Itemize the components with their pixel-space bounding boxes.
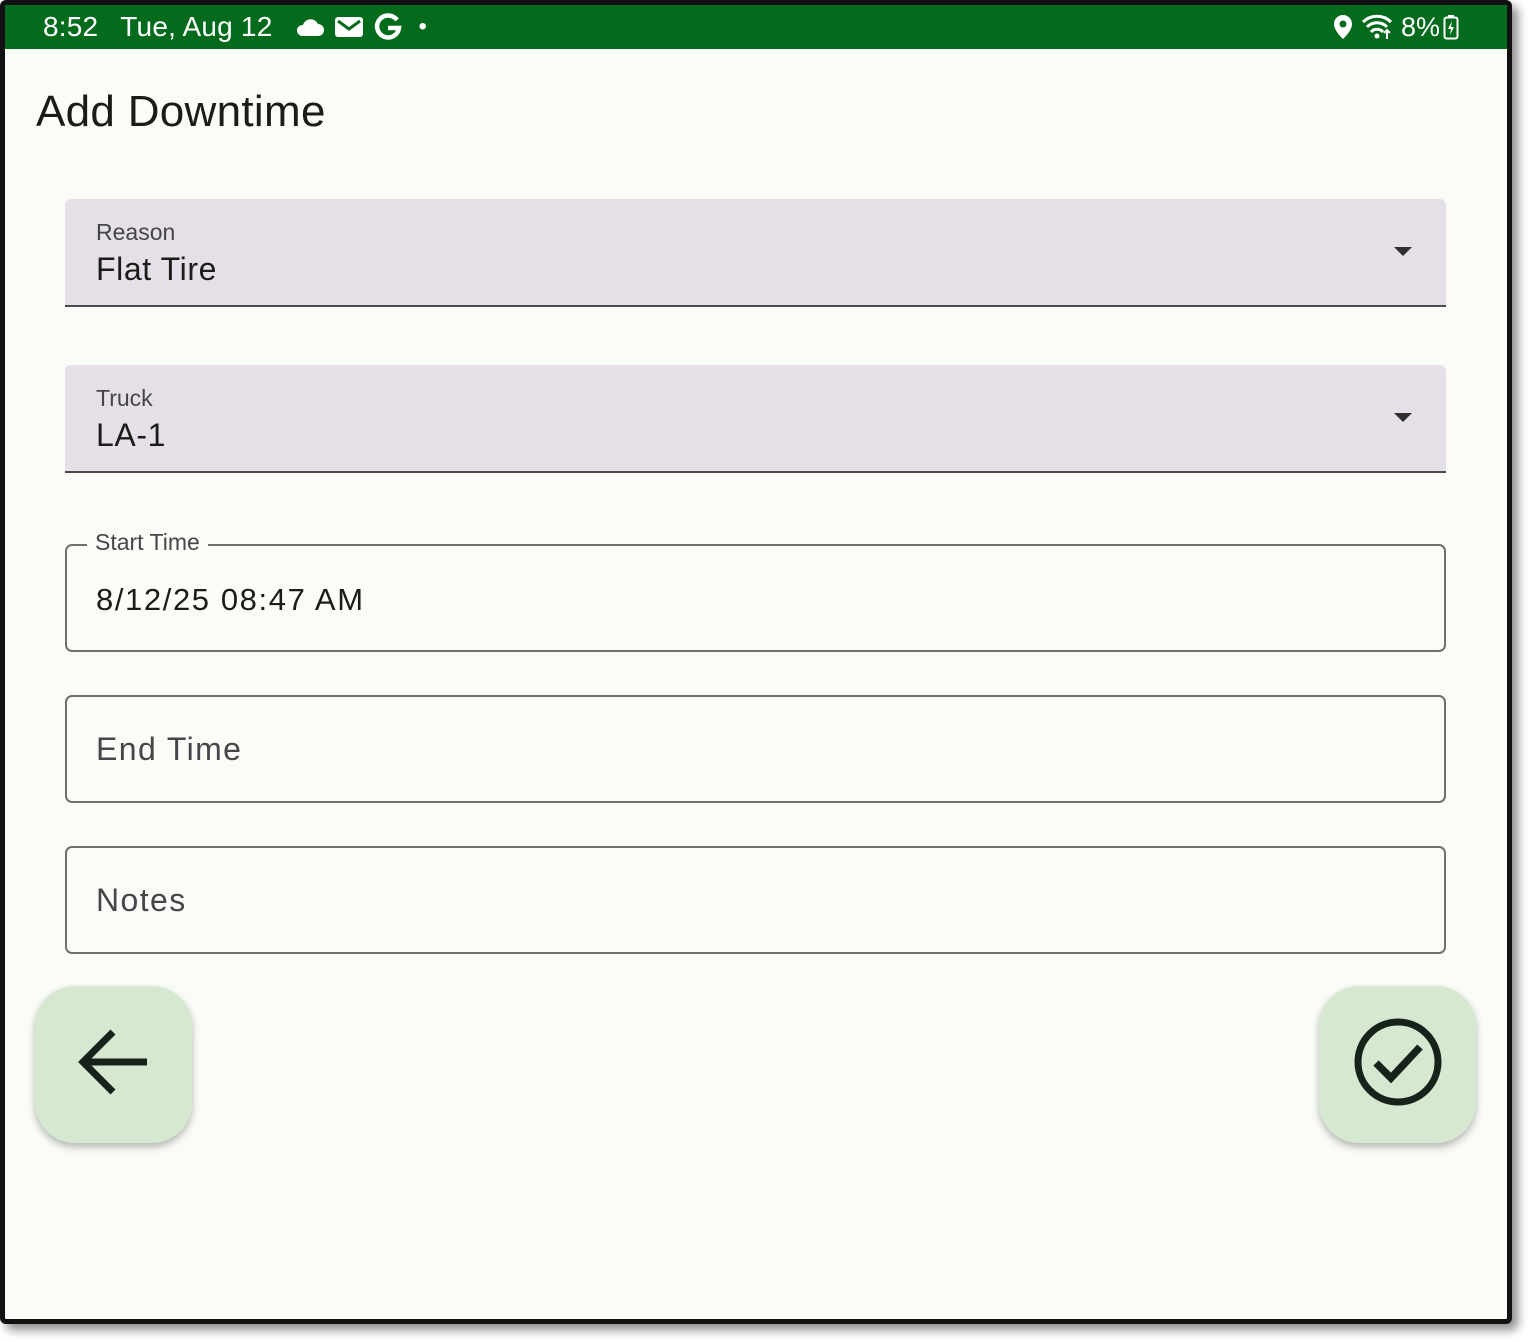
start-time-label: Start Time — [87, 529, 208, 556]
truck-value: LA-1 — [96, 417, 166, 453]
location-icon — [1333, 14, 1353, 40]
truck-label: Truck — [96, 385, 153, 411]
reason-dropdown[interactable]: Reason Flat Tire — [65, 199, 1446, 307]
status-date: Tue, Aug 12 — [120, 11, 273, 42]
more-notifications-dot-icon: • — [418, 13, 428, 40]
submit-button[interactable] — [1319, 986, 1476, 1143]
check-circle-icon — [1352, 1016, 1444, 1113]
dropdown-arrow-icon[interactable] — [1394, 247, 1412, 256]
reason-value: Flat Tire — [96, 251, 217, 287]
battery-percent: 8% — [1400, 11, 1440, 42]
device-frame: 8:52 Tue, Aug 12 • 8% Add Downtime Reaso… — [0, 0, 1512, 1324]
gmail-icon — [334, 15, 364, 39]
battery-charging-icon — [1443, 14, 1459, 40]
reason-label: Reason — [96, 219, 176, 245]
end-time-placeholder: End Time — [96, 731, 243, 767]
status-bar-right: 8% — [1333, 11, 1459, 43]
wifi-icon — [1361, 14, 1393, 40]
start-time-value: 8/12/25 08:47 AM — [96, 582, 365, 617]
page-title: Add Downtime — [36, 87, 326, 136]
notes-placeholder: Notes — [96, 882, 187, 918]
end-time-field[interactable]: End Time — [65, 695, 1446, 803]
status-time: 8:52 — [43, 11, 99, 42]
dropdown-arrow-icon[interactable] — [1394, 413, 1412, 422]
back-button[interactable] — [35, 986, 192, 1143]
start-time-field[interactable]: Start Time 8/12/25 08:47 AM — [65, 529, 1446, 652]
arrow-left-icon — [77, 1025, 151, 1104]
status-bar: 8:52 Tue, Aug 12 • 8% — [5, 5, 1507, 49]
status-bar-left: 8:52 Tue, Aug 12 • — [43, 11, 437, 43]
notes-field[interactable]: Notes — [65, 846, 1446, 954]
truck-dropdown[interactable]: Truck LA-1 — [65, 365, 1446, 473]
cloud-icon — [294, 17, 325, 37]
google-icon — [374, 13, 403, 41]
